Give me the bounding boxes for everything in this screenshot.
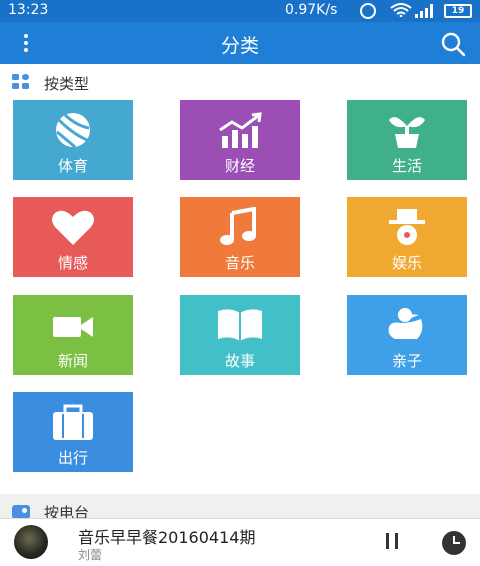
status-bar: 13:23 0.97K/s 19 [0,0,480,22]
alarm-icon [360,3,376,19]
category-tile-life[interactable]: 生活 [347,100,467,180]
song-artist: 刘蕾 [78,548,103,562]
timer-icon[interactable] [442,531,466,555]
basketball-icon [56,113,90,149]
heart-icon [52,210,94,245]
app-bar: 分类 [0,22,480,72]
category-tile-parenting[interactable]: 亲子 [347,295,467,375]
category-tile-sports[interactable]: 体育 [13,100,133,180]
category-panel: 按类型 体育 财经 生活 情感 音乐 娱乐 新闻 故事 亲子 出行 [0,64,480,494]
mini-player[interactable]: 音乐早早餐20160414期 刘蕾 [0,518,480,566]
radio-icon [12,505,30,519]
luggage-icon [53,404,93,440]
open-book-icon [218,309,262,341]
grid-icon [12,74,29,89]
face-hat-icon [389,209,425,245]
category-tile-story[interactable]: 故事 [180,295,300,375]
song-title: 音乐早早餐20160414期 [78,528,256,547]
network-speed: 0.97K/s [285,2,338,18]
category-tile-news[interactable]: 新闻 [13,295,133,375]
sprout-icon [389,117,425,148]
page-indicator [226,57,256,72]
music-note-icon [220,207,256,245]
page-title: 分类 [220,35,259,57]
tile-label: 亲子 [391,352,422,370]
tile-label: 娱乐 [391,254,422,272]
signal-icon [415,4,433,18]
video-camera-icon [53,317,93,337]
pause-button[interactable] [386,533,404,551]
tile-label: 出行 [57,449,88,467]
tile-label: 新闻 [57,352,88,370]
tile-label: 财经 [224,157,255,175]
section-title: 按类型 [44,75,90,93]
tile-label: 故事 [224,352,255,370]
category-tile-emotion[interactable]: 情感 [13,197,133,277]
status-time: 13:23 [8,2,49,18]
category-tile-music[interactable]: 音乐 [180,197,300,277]
tile-label: 体育 [57,157,88,175]
category-tile-entertainment[interactable]: 娱乐 [347,197,467,277]
battery-icon: 19 [444,4,472,18]
tile-label: 音乐 [224,254,255,272]
category-tile-finance[interactable]: 财经 [180,100,300,180]
wifi-icon [390,3,412,17]
tile-label: 情感 [57,254,88,272]
album-art[interactable] [14,525,48,559]
search-icon[interactable] [440,31,466,57]
tile-label: 生活 [391,157,422,175]
duck-icon [388,308,423,339]
chart-up-icon [219,112,262,148]
category-tile-travel[interactable]: 出行 [13,392,133,472]
